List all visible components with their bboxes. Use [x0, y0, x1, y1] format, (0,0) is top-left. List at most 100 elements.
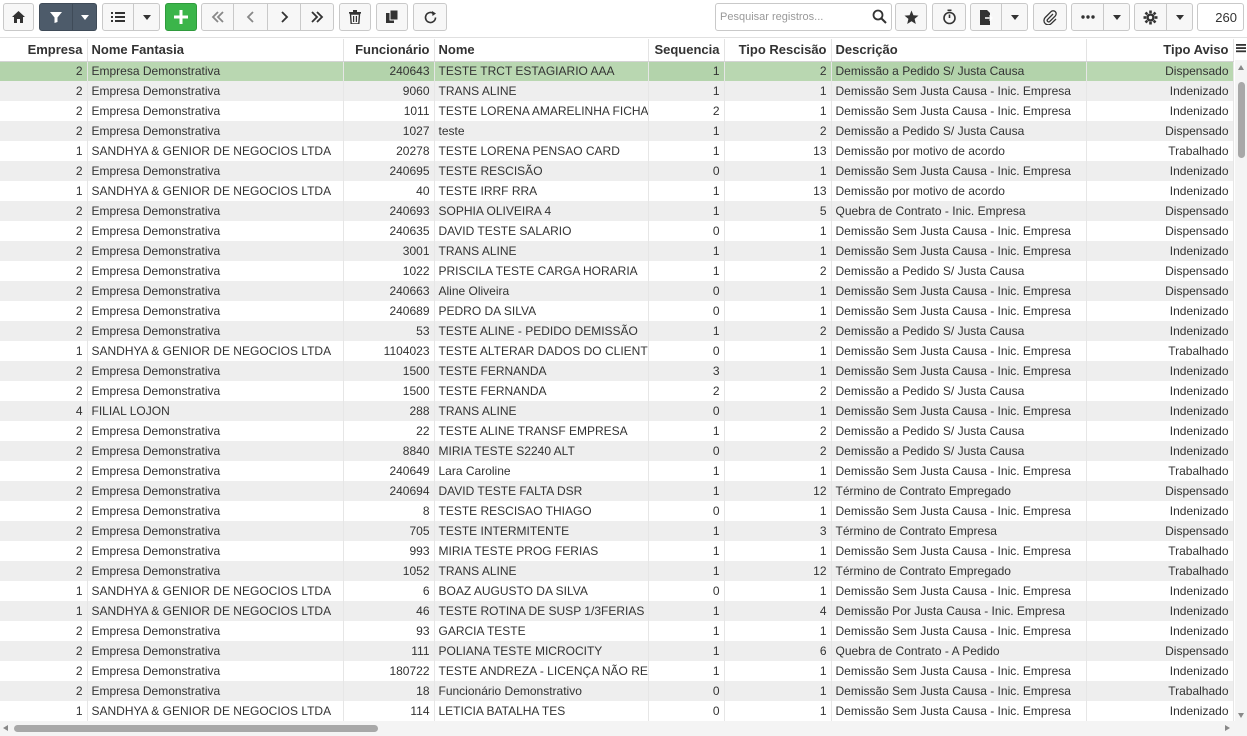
cell-descricao: Demissão a Pedido S/ Justa Causa — [831, 121, 1087, 141]
cell-nome-fantasia: Empresa Demonstrativa — [87, 361, 344, 381]
column-header-sequencia[interactable]: Sequencia — [648, 39, 725, 62]
cell-funcionario: 240694 — [343, 481, 435, 501]
filter-dropdown[interactable] — [73, 3, 97, 31]
add-button[interactable] — [165, 3, 197, 31]
scroll-right-icon[interactable] — [1225, 725, 1230, 731]
settings-button[interactable] — [1134, 3, 1167, 31]
cell-tipo-rescisao: 2 — [724, 381, 832, 401]
table-row[interactable]: 2 Empresa Demonstrativa 240649 Lara Carolin… — [0, 461, 1234, 481]
cell-empresa: 2 — [0, 661, 88, 681]
export-button[interactable] — [970, 3, 1002, 31]
cell-nome-fantasia: Empresa Demonstrativa — [87, 61, 344, 81]
table-row[interactable]: 4 FILIAL LOJON 288 TRANS ALINE 0 1 Demissão Se… — [0, 401, 1234, 421]
attachment-button[interactable] — [1033, 3, 1067, 31]
cell-tipo-rescisao: 1 — [724, 581, 832, 601]
table-row[interactable]: 2 Empresa Demonstrativa 240643 TESTE TRCT E… — [0, 61, 1234, 81]
vertical-scrollbar[interactable] — [1235, 60, 1247, 721]
table-row[interactable]: 2 Empresa Demonstrativa 53 TESTE ALINE - PE… — [0, 321, 1234, 341]
more-dropdown[interactable] — [1104, 3, 1130, 31]
next-record-button[interactable] — [268, 3, 301, 31]
table-row[interactable]: 2 Empresa Demonstrativa 18 Funcionário Demo… — [0, 681, 1234, 701]
table-row[interactable]: 2 Empresa Demonstrativa 993 MIRIA TESTE PRO… — [0, 541, 1234, 561]
scroll-left-icon[interactable] — [3, 725, 8, 731]
first-record-button[interactable] — [201, 3, 234, 31]
table-row[interactable]: 2 Empresa Demonstrativa 180722 TESTE ANDREZ… — [0, 661, 1234, 681]
timer-button[interactable] — [932, 3, 966, 31]
table-row[interactable]: 1 SANDHYA & GENIOR DE NEGOCIOS LTDA 114 LET… — [0, 701, 1234, 721]
horizontal-scroll-thumb[interactable] — [14, 725, 378, 732]
list-view-button[interactable] — [102, 3, 134, 31]
cell-nome: TRANS ALINE — [434, 81, 649, 101]
copy-button[interactable] — [376, 3, 408, 31]
table-row[interactable]: 2 Empresa Demonstrativa 240663 Aline Olivei… — [0, 281, 1234, 301]
column-header-tipo-rescisao[interactable]: Tipo Rescisão — [724, 39, 832, 62]
cell-descricao: Demissão Sem Justa Causa - Inic. Empresa — [831, 461, 1087, 481]
table-row[interactable]: 2 Empresa Demonstrativa 1027 teste 1 2 Demissã… — [0, 121, 1234, 141]
settings-dropdown[interactable] — [1167, 3, 1193, 31]
search-input[interactable] — [716, 4, 866, 30]
cell-sequencia: 2 — [648, 101, 725, 121]
column-header-nome[interactable]: Nome — [434, 39, 649, 62]
last-record-button[interactable] — [301, 3, 334, 31]
column-header-funcionario[interactable]: Funcionário — [343, 39, 435, 62]
column-header-empresa[interactable]: Empresa — [0, 39, 88, 62]
chevron-down-icon — [1112, 14, 1121, 20]
cell-sequencia: 3 — [648, 361, 725, 381]
view-dropdown[interactable] — [134, 3, 160, 31]
filter-button[interactable] — [39, 3, 73, 31]
cell-tipo-rescisao: 13 — [724, 181, 832, 201]
cell-tipo-aviso: Indenizado — [1086, 301, 1234, 321]
column-header-descricao[interactable]: Descrição — [831, 39, 1087, 62]
cell-nome: DAVID TESTE SALARIO — [434, 221, 649, 241]
table-row[interactable]: 2 Empresa Demonstrativa 9060 TRANS ALINE 1 1 D… — [0, 81, 1234, 101]
column-header-nome-fantasia[interactable]: Nome Fantasia — [87, 39, 344, 62]
cell-sequencia: 1 — [648, 621, 725, 641]
more-button[interactable] — [1071, 3, 1104, 31]
table-row[interactable]: 2 Empresa Demonstrativa 240689 PEDRO DA SIL… — [0, 301, 1234, 321]
table-row[interactable]: 2 Empresa Demonstrativa 240635 DAVID TESTE … — [0, 221, 1234, 241]
table-row[interactable]: 1 SANDHYA & GENIOR DE NEGOCIOS LTDA 110402… — [0, 341, 1234, 361]
cell-tipo-aviso: Indenizado — [1086, 441, 1234, 461]
table-row[interactable]: 2 Empresa Demonstrativa 240695 TESTE RESCIS… — [0, 161, 1234, 181]
table-row[interactable]: 2 Empresa Demonstrativa 8 TESTE RESCISAO TH… — [0, 501, 1234, 521]
table-row[interactable]: 1 SANDHYA & GENIOR DE NEGOCIOS LTDA 40 TEST… — [0, 181, 1234, 201]
table-row[interactable]: 1 SANDHYA & GENIOR DE NEGOCIOS LTDA 20278 T… — [0, 141, 1234, 161]
cell-funcionario: 180722 — [343, 661, 435, 681]
scroll-up-icon[interactable] — [1238, 65, 1244, 70]
table-row[interactable]: 2 Empresa Demonstrativa 1011 TESTE LORENA A… — [0, 101, 1234, 121]
refresh-icon — [424, 10, 436, 23]
table-row[interactable]: 1 SANDHYA & GENIOR DE NEGOCIOS LTDA 46 TEST… — [0, 601, 1234, 621]
refresh-button[interactable] — [413, 3, 447, 31]
table-row[interactable]: 2 Empresa Demonstrativa 93 GARCIA TESTE 1 1 De… — [0, 621, 1234, 641]
table-row[interactable]: 1 SANDHYA & GENIOR DE NEGOCIOS LTDA 6 BOAZ … — [0, 581, 1234, 601]
cell-descricao: Demissão Sem Justa Causa - Inic. Empresa — [831, 361, 1087, 381]
table-row[interactable]: 2 Empresa Demonstrativa 111 POLIANA TESTE M… — [0, 641, 1234, 661]
cell-funcionario: 20278 — [343, 141, 435, 161]
cell-empresa: 2 — [0, 201, 88, 221]
export-dropdown[interactable] — [1002, 3, 1028, 31]
scroll-down-icon[interactable] — [1238, 713, 1244, 718]
search-icon[interactable] — [872, 9, 887, 24]
cell-tipo-rescisao: 12 — [724, 481, 832, 501]
table-row[interactable]: 2 Empresa Demonstrativa 3001 TRANS ALINE 1 1 D… — [0, 241, 1234, 261]
cell-nome-fantasia: Empresa Demonstrativa — [87, 621, 344, 641]
column-header-tipo-aviso[interactable]: Tipo Aviso — [1086, 39, 1234, 62]
table-row[interactable]: 2 Empresa Demonstrativa 1052 TRANS ALINE 1 12… — [0, 561, 1234, 581]
table-row[interactable]: 2 Empresa Demonstrativa 1022 PRISCILA TESTE… — [0, 261, 1234, 281]
delete-button[interactable] — [339, 3, 371, 31]
table-row[interactable]: 2 Empresa Demonstrativa 1500 TESTE FERNANDA… — [0, 381, 1234, 401]
table-row[interactable]: 2 Empresa Demonstrativa 705 TESTE INTERMITE… — [0, 521, 1234, 541]
favorite-button[interactable] — [895, 3, 927, 31]
home-button[interactable] — [3, 3, 34, 31]
cell-sequencia: 1 — [648, 141, 725, 161]
table-row[interactable]: 2 Empresa Demonstrativa 1500 TESTE FERNANDA… — [0, 361, 1234, 381]
column-menu-icon[interactable] — [1236, 43, 1246, 53]
table-row[interactable]: 2 Empresa Demonstrativa 22 TESTE ALINE TRAN… — [0, 421, 1234, 441]
previous-record-button[interactable] — [234, 3, 268, 31]
table-row[interactable]: 2 Empresa Demonstrativa 240693 SOPHIA OLIVE… — [0, 201, 1234, 221]
table-row[interactable]: 2 Empresa Demonstrativa 8840 MIRIA TESTE S2… — [0, 441, 1234, 461]
cell-empresa: 1 — [0, 701, 88, 721]
horizontal-scrollbar[interactable] — [0, 721, 1235, 736]
table-row[interactable]: 2 Empresa Demonstrativa 240694 DAVID TESTE … — [0, 481, 1234, 501]
vertical-scroll-thumb[interactable] — [1238, 82, 1245, 158]
